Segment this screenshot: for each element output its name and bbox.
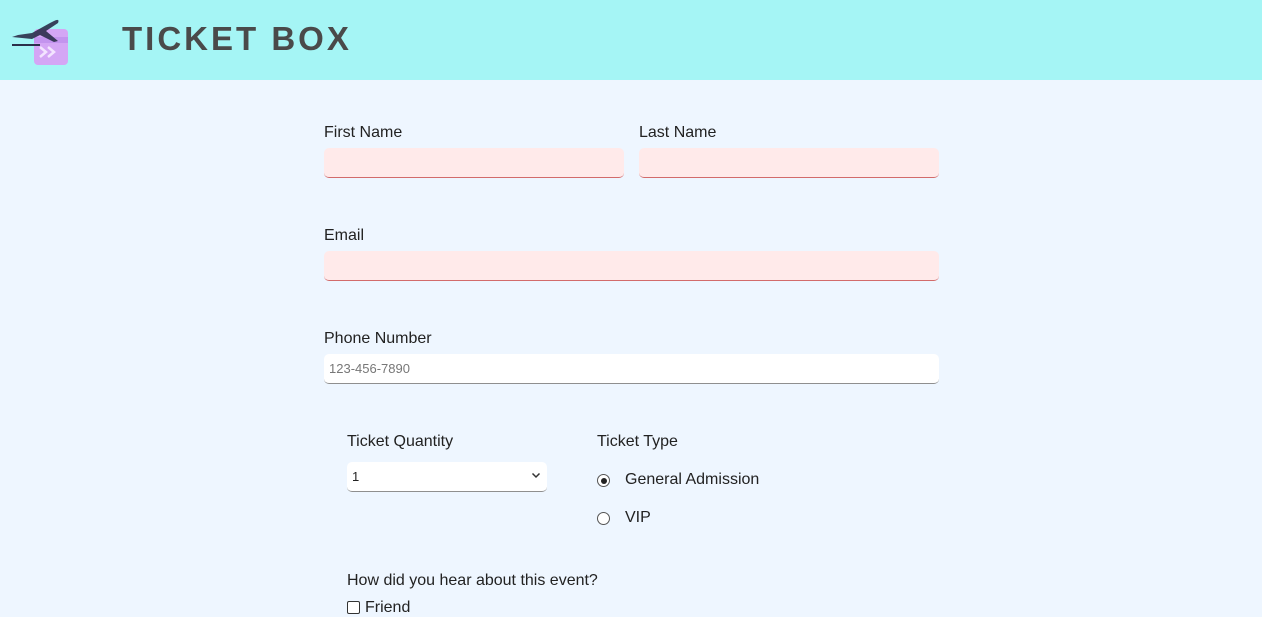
last-name-field[interactable] [639,148,939,178]
first-name-label: First Name [324,124,403,141]
friend-checkbox[interactable] [347,601,360,614]
referral-question: How did you hear about this event? [347,572,598,589]
general-admission-label[interactable]: General Admission [625,471,759,489]
last-name-label: Last Name [639,124,717,141]
email-label: Email [324,227,365,244]
vip-radio[interactable] [597,512,610,525]
chevron-down-icon [531,472,541,479]
brand-title: TICKET BOX [122,20,352,57]
first-name-field[interactable] [324,148,624,178]
phone-label: Phone Number [324,330,432,347]
friend-label[interactable]: Friend [365,599,410,617]
ticket-type-label: Ticket Type [597,433,678,450]
general-admission-radio[interactable] [597,474,610,487]
ticket-quantity-label: Ticket Quantity [347,433,454,450]
plane-ticket-icon[interactable] [10,11,72,69]
app-header: TICKET BOX [0,0,1262,80]
ticket-quantity-select[interactable]: 1 [347,462,547,492]
ticket-quantity-value: 1 [352,469,360,484]
phone-field[interactable] [324,354,939,384]
vip-label[interactable]: VIP [625,509,651,527]
email-field[interactable] [324,251,939,281]
